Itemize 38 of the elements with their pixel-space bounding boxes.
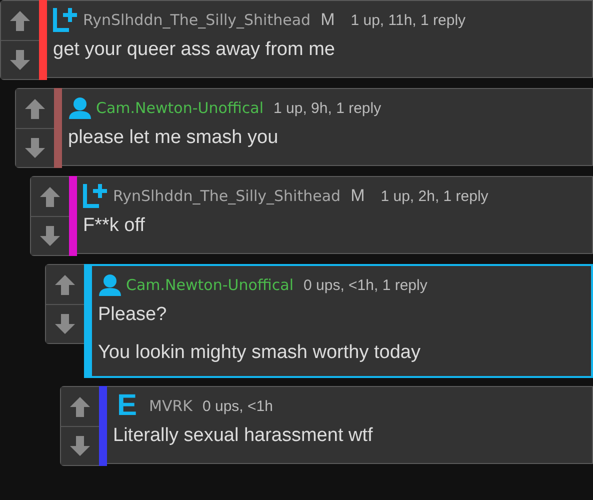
down-arrow-icon: [39, 225, 61, 247]
comment-meta: 1 up, 9h, 1 reply: [274, 100, 382, 116]
gender-label: M: [350, 186, 365, 206]
comment-text: Please?: [98, 304, 168, 326]
comment-text: get your queer ass away from me: [53, 39, 336, 61]
comment-text: F**k off: [83, 215, 146, 237]
user-icon: [98, 274, 122, 296]
down-arrow-icon: [69, 435, 91, 457]
comment-meta: 0 ups, <1h, 1 reply: [304, 276, 428, 294]
downvote-button[interactable]: [16, 128, 54, 167]
rank-letter: E: [117, 393, 138, 419]
up-arrow-icon: [39, 186, 61, 208]
comment-text: please let me smash you: [68, 127, 280, 149]
comment-meta: 1 up, 2h, 1 reply: [380, 188, 488, 204]
downvote-button[interactable]: [31, 216, 69, 255]
comment-meta: 0 ups, <1h: [202, 398, 273, 414]
username[interactable]: MVRK: [149, 397, 192, 415]
downvote-button[interactable]: [61, 426, 99, 465]
user-icon: [68, 97, 92, 119]
plus-badge-icon: [53, 8, 79, 32]
up-arrow-icon: [69, 396, 91, 418]
down-arrow-icon: [9, 49, 31, 71]
username[interactable]: Cam.Newton-Unoffical: [126, 276, 294, 294]
username[interactable]: RynSlhddn_The_Silly_Shithead: [113, 187, 341, 205]
username[interactable]: Cam.Newton-Unoffical: [96, 99, 264, 117]
up-arrow-icon: [24, 98, 46, 120]
comment-text: You lookin mighty smash worthy today: [98, 342, 422, 364]
up-arrow-icon: [54, 274, 76, 296]
comment-text: Literally sexual harassment wtf: [113, 425, 374, 447]
username[interactable]: RynSlhddn_The_Silly_Shithead: [83, 11, 311, 29]
down-arrow-icon: [24, 137, 46, 159]
plus-badge-icon: [83, 184, 109, 208]
gender-label: M: [320, 10, 335, 30]
down-arrow-icon: [54, 313, 76, 335]
downvote-button[interactable]: [46, 304, 84, 343]
comment-meta: 1 up, 11h, 1 reply: [350, 12, 466, 28]
downvote-button[interactable]: [1, 40, 39, 79]
up-arrow-icon: [9, 10, 31, 32]
